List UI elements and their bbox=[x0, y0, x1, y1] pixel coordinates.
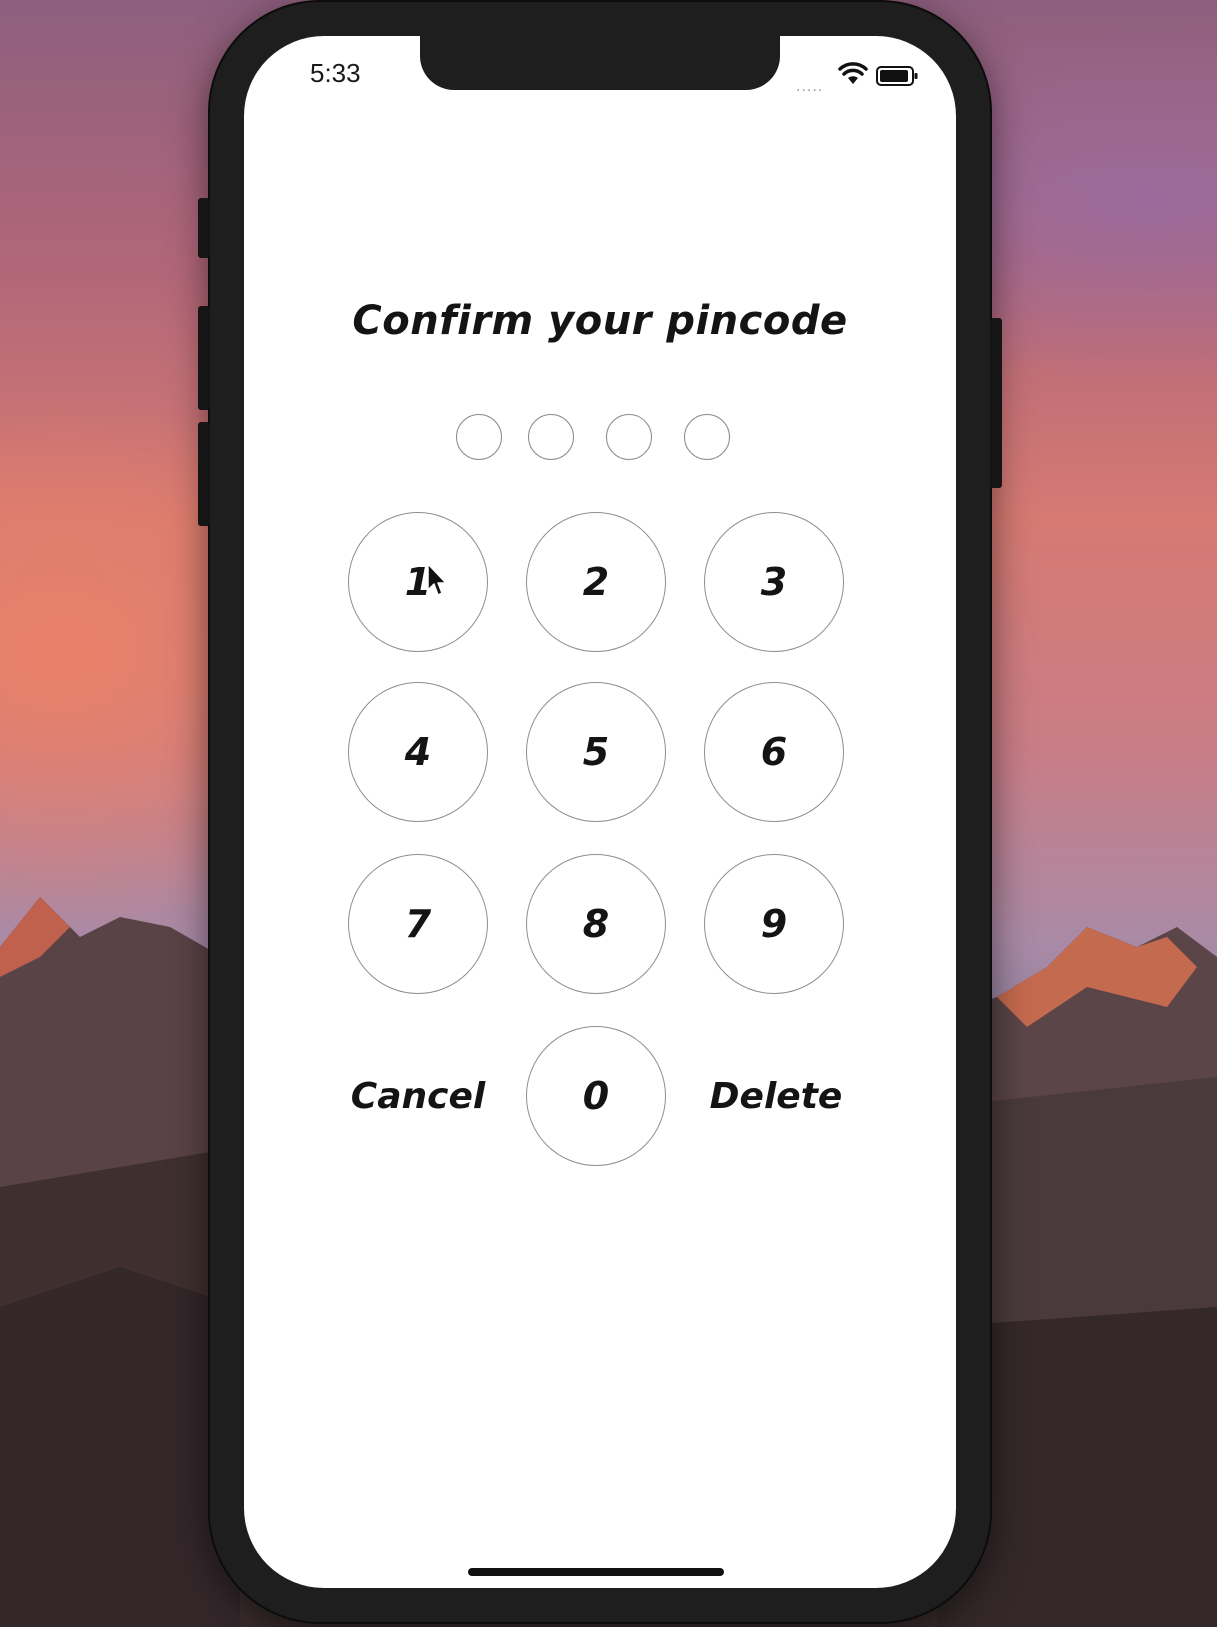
key-2[interactable]: 2 bbox=[526, 512, 666, 652]
status-time: 5:33 bbox=[310, 58, 361, 88]
key-8[interactable]: 8 bbox=[526, 854, 666, 994]
key-4[interactable]: 4 bbox=[348, 682, 488, 822]
key-3[interactable]: 3 bbox=[704, 512, 844, 652]
volume-up-button bbox=[198, 306, 210, 410]
pin-dot bbox=[606, 414, 652, 460]
mouse-pointer-icon bbox=[427, 563, 447, 596]
home-indicator[interactable] bbox=[468, 1568, 724, 1576]
notch bbox=[420, 36, 780, 90]
pin-dot bbox=[684, 414, 730, 460]
key-7[interactable]: 7 bbox=[348, 854, 488, 994]
wifi-icon bbox=[838, 62, 868, 84]
mute-switch bbox=[198, 198, 210, 258]
key-9[interactable]: 9 bbox=[704, 854, 844, 994]
cancel-button[interactable]: Cancel bbox=[338, 1066, 498, 1126]
key-5[interactable]: 5 bbox=[526, 682, 666, 822]
mountain-left-illustration bbox=[0, 897, 240, 1627]
pin-dot bbox=[528, 414, 574, 460]
phone-frame: 5:33 ..... Confirm your pincode 1 2 3 4 … bbox=[198, 2, 1002, 1622]
key-1[interactable]: 1 bbox=[348, 512, 488, 652]
power-button bbox=[990, 318, 1002, 488]
signal-strength-indicator: ..... bbox=[796, 78, 824, 95]
app-screen: 5:33 ..... Confirm your pincode 1 2 3 4 … bbox=[244, 36, 956, 1588]
key-6[interactable]: 6 bbox=[704, 682, 844, 822]
volume-down-button bbox=[198, 422, 210, 526]
page-title: Confirm your pincode bbox=[352, 298, 848, 344]
pin-dot bbox=[456, 414, 502, 460]
battery-icon bbox=[876, 66, 918, 86]
key-0[interactable]: 0 bbox=[526, 1026, 666, 1166]
delete-button[interactable]: Delete bbox=[696, 1066, 856, 1126]
